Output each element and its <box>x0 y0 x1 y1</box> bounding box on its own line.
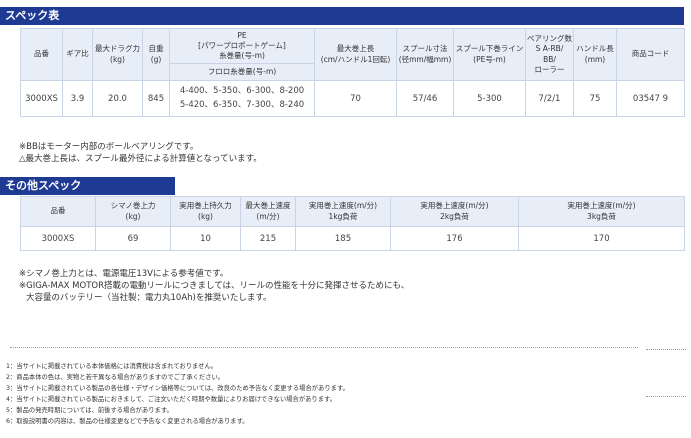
spec-note: ※BBはモーター内部のボールベアリングです。 <box>19 142 199 152</box>
header-pe: PE [パワープロポートゲーム] 糸巻量(号-m) <box>169 28 315 64</box>
cell-model: 3000XS <box>20 80 63 117</box>
other-spec-note: ※GIGA-MAX MOTOR搭載の電動リールにつきましては、リールの性能を十分… <box>19 281 410 291</box>
spec-table: 品番 ギア比 最大ドラグ力 (kg) 自重 (g) PE [パワープロポートゲーム] 糸… <box>20 28 685 117</box>
header-spool-size: スプール寸法 (径mm/幅mm) <box>396 28 454 81</box>
table-row: 3000XS 3.9 20.0 845 4-400、5-350、6-300、8-… <box>20 80 685 117</box>
footnote: 5：製品の発売時期については、前後する場合があります。 <box>6 407 173 414</box>
spec-section-title: スペック表 <box>0 7 684 25</box>
footnote: 6：取扱説明書の内容は、製品の仕様変更などで予告なく変更される場合があります。 <box>6 418 249 425</box>
header-speed-2kg: 実用巻上速度(m/分) 2kg負荷 <box>390 196 519 227</box>
cell-practical-power: 10 <box>170 226 241 251</box>
cell-winding-power: 69 <box>95 226 171 251</box>
other-spec-table: 品番 シマノ巻上力 (kg) 実用巻上持久力 (kg) 最大巻上速度 (m/分) 実用… <box>20 196 685 251</box>
header-gear-ratio: ギア比 <box>62 28 93 81</box>
footnote: 1：当サイトに掲載されている本体価格には消費税は含まれておりません。 <box>6 363 218 370</box>
header-max-drag: 最大ドラグ力 (kg) <box>92 28 143 81</box>
divider <box>646 396 686 397</box>
table-row: 3000XS 69 10 215 185 176 170 <box>20 226 685 251</box>
header-weight: 自重 (g) <box>142 28 170 81</box>
header-max-speed: 最大巻上速度 (m/分) <box>240 196 296 227</box>
cell-max-speed: 215 <box>240 226 296 251</box>
cell-weight: 845 <box>142 80 170 117</box>
footnote: 4：当サイトに掲載されている製品におきまして、ご注文いただく時期や数量によりお届… <box>6 396 336 403</box>
cell-code: 03547 9 <box>616 80 685 117</box>
other-spec-note: 大容量のバッテリー（当社製：電力丸10Ah)を推奨いたします。 <box>26 293 272 303</box>
cell-under-line: 5-300 <box>453 80 526 117</box>
header-bearing: ベアリング数 S A-RB/BB/ローラー <box>525 28 574 81</box>
header-model: 品番 <box>20 28 63 81</box>
header-under-line: スプール下巻ライン (PE号-m) <box>453 28 526 81</box>
cell-speed-1kg: 185 <box>295 226 391 251</box>
other-spec-note: ※シマノ巻上力とは、電源電圧13Vによる参考値です。 <box>19 269 229 279</box>
cell-bearing: 7/2/1 <box>525 80 574 117</box>
header-model: 品番 <box>20 196 96 227</box>
cell-speed-3kg: 170 <box>518 226 685 251</box>
header-code: 商品コード <box>616 28 685 81</box>
footnote: 2：商品本体の色は、実物と若干異なる場合がありますのでご了承ください。 <box>6 374 225 381</box>
divider <box>10 347 638 348</box>
cell-spool-size: 57/46 <box>396 80 454 117</box>
footnote: 3：当サイトに掲載されている製品の各仕様・デザイン価格等については、改良のため予… <box>6 385 349 392</box>
header-speed-1kg: 実用巻上速度(m/分) 1kg負荷 <box>295 196 391 227</box>
header-speed-3kg: 実用巻上速度(m/分) 3kg負荷 <box>518 196 685 227</box>
other-spec-section-title: その他スペック <box>0 177 175 195</box>
cell-speed-2kg: 176 <box>390 226 519 251</box>
spec-note: △最大巻上長は、スプール最外径による計算値となっています。 <box>19 154 262 164</box>
header-practical-power: 実用巻上持久力 (kg) <box>170 196 241 227</box>
header-fluoro: フロロ糸巻量(号-m) <box>169 63 315 81</box>
cell-max-retrieve: 70 <box>314 80 397 117</box>
cell-line-capacity: 4-400、5-350、6-300、8-200 5-420、6-350、7-300… <box>169 80 315 117</box>
divider <box>646 349 686 350</box>
cell-max-drag: 20.0 <box>92 80 143 117</box>
header-winding-power: シマノ巻上力 (kg) <box>95 196 171 227</box>
header-max-retrieve: 最大巻上長 (cm/ハンドル1回転) <box>314 28 397 81</box>
cell-handle: 75 <box>573 80 617 117</box>
header-handle: ハンドル長 (mm) <box>573 28 617 81</box>
cell-model: 3000XS <box>20 226 96 251</box>
cell-gear-ratio: 3.9 <box>62 80 93 117</box>
